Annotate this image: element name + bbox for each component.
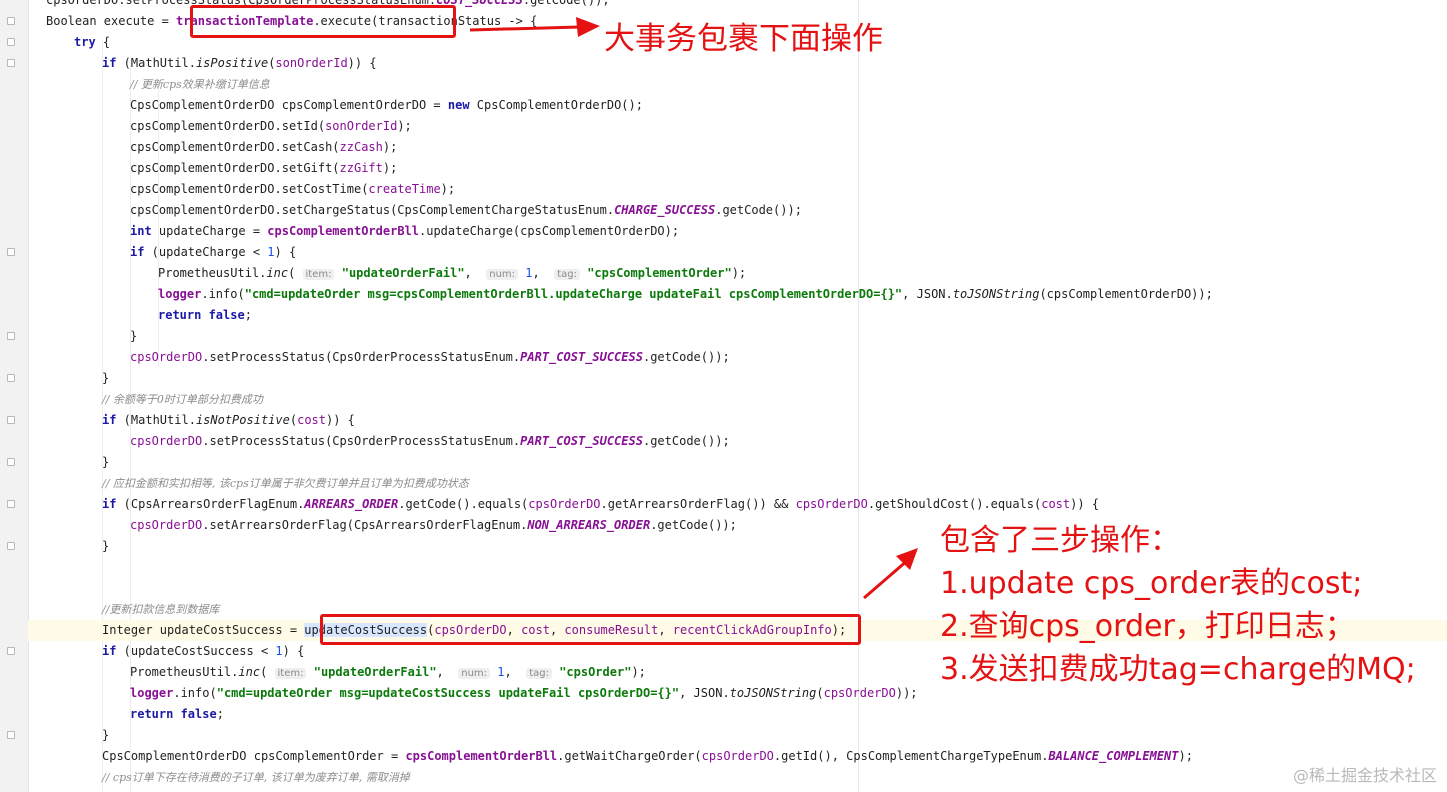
- annotation-step-3: 3.发送扣费成功tag=charge的MQ;: [940, 652, 1416, 687]
- arrow-to-update-cost-success: [863, 548, 918, 600]
- arrow-to-transaction-template: [469, 17, 600, 37]
- watermark: @稀土掘金技术社区: [1292, 766, 1437, 785]
- annotation-step-1: 1.update cps_order表的cost;: [940, 566, 1363, 601]
- annotation-top: 大事务包裹下面操作: [604, 21, 883, 57]
- annotation-step-2: 2.查询cps_order，打印日志；: [940, 609, 1355, 644]
- annotation-steps-title: 包含了三步操作：: [940, 523, 1180, 558]
